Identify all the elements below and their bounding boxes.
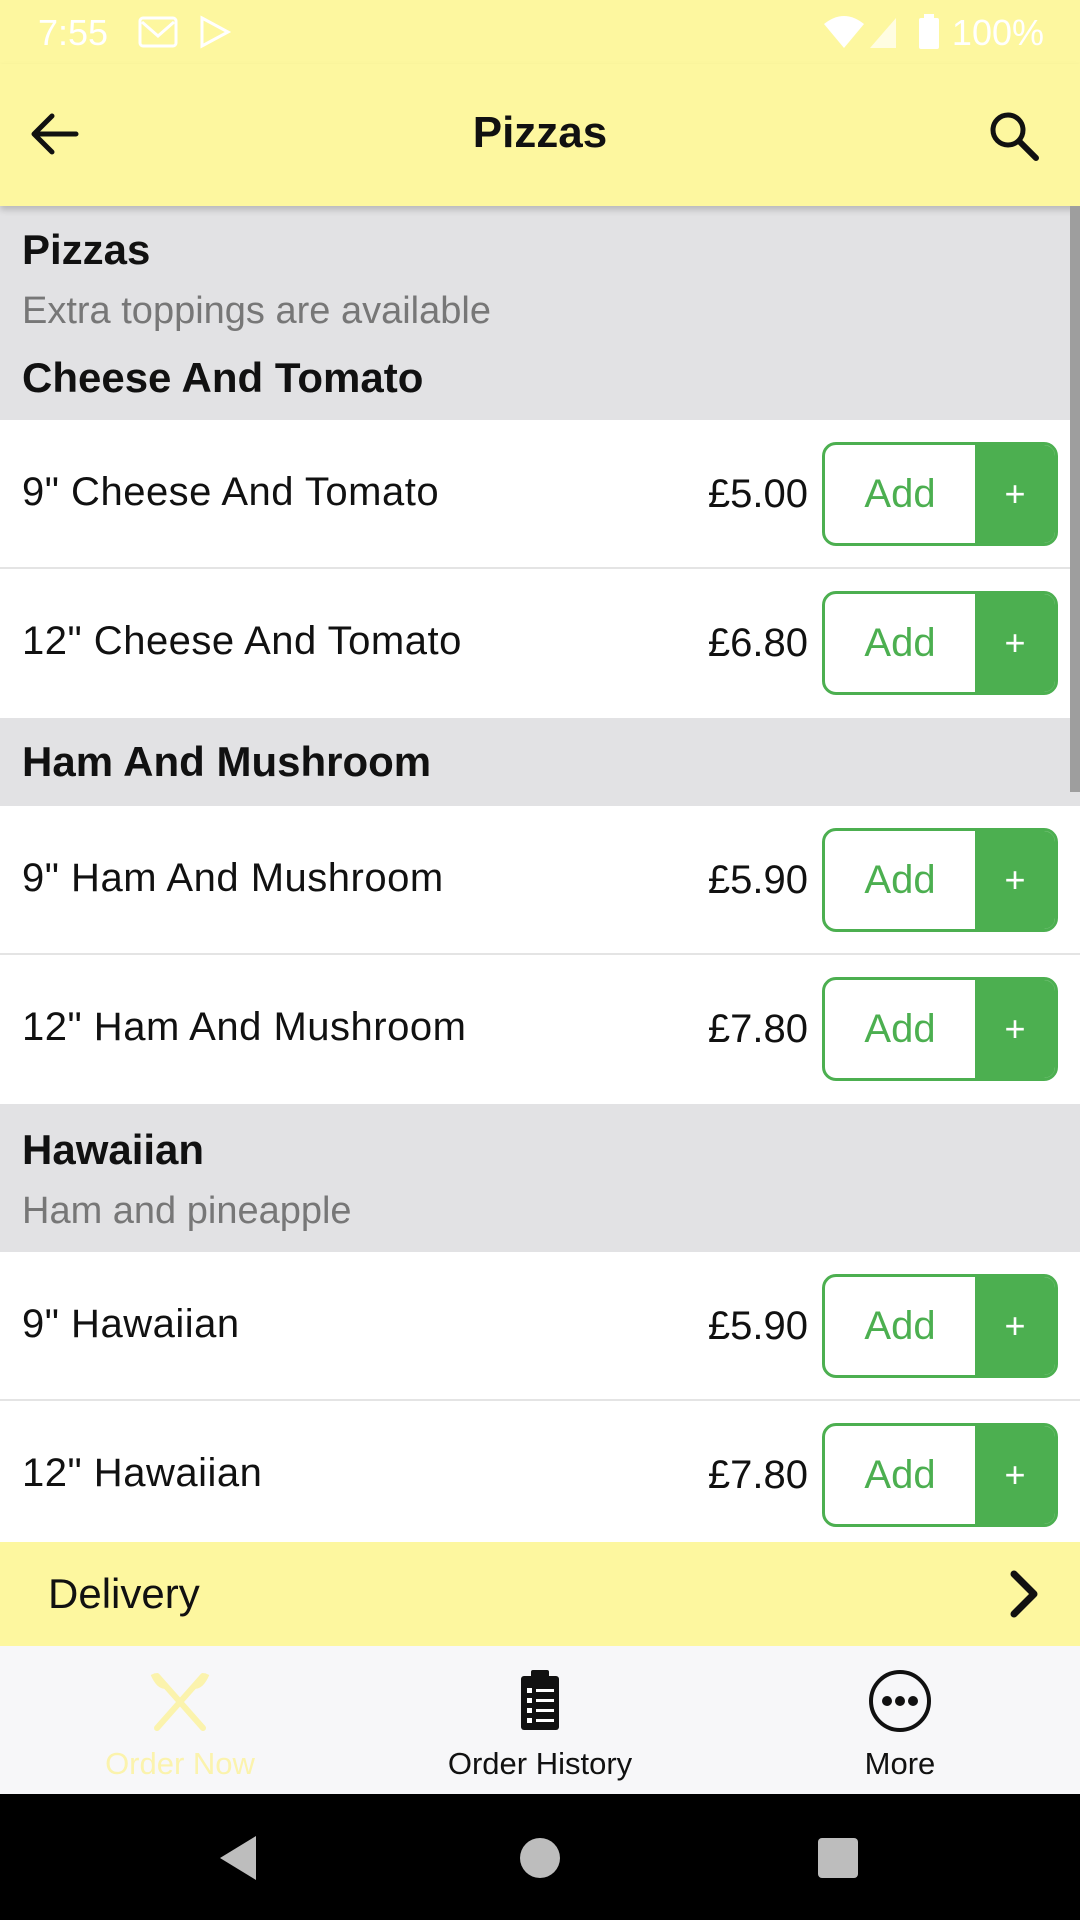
home-circle-icon[interactable] (512, 1830, 568, 1886)
menu-item: 9" Hawaiian £5.90 Add + (0, 1252, 1080, 1401)
battery-icon (919, 14, 939, 49)
wifi-icon (824, 16, 864, 48)
group-title: Cheese And Tomato (22, 354, 424, 401)
item-name: 9" Cheese And Tomato (22, 470, 440, 514)
plus-icon: + (975, 1426, 1055, 1524)
chevron-right-icon (1010, 1570, 1038, 1618)
add-button[interactable]: Add + (822, 1423, 1058, 1527)
category-header: Pizzas Extra toppings are available Chee… (0, 206, 1080, 420)
menu-item: 12" Cheese And Tomato £6.80 Add + (0, 569, 1080, 718)
bottom-nav: Order Now Order History More (0, 1646, 1080, 1794)
group-title: Hawaiian (22, 1126, 205, 1173)
clipboard-list-icon (521, 1670, 559, 1730)
fork-knife-icon (150, 1672, 210, 1731)
category-subtitle: Extra toppings are available (22, 290, 491, 332)
gmail-icon (138, 16, 178, 48)
status-time: 7:55 (38, 12, 109, 53)
scrollbar[interactable] (1070, 206, 1080, 792)
more-circle-icon (869, 1670, 931, 1732)
delivery-label: Delivery (48, 1570, 200, 1617)
item-price: £7.80 (707, 1453, 808, 1497)
add-button[interactable]: Add + (822, 977, 1058, 1081)
back-triangle-icon[interactable] (210, 1830, 266, 1886)
play-store-icon (200, 15, 232, 49)
nav-more[interactable]: More (720, 1646, 1080, 1794)
plus-icon: + (975, 445, 1055, 543)
app-bar: Pizzas (0, 64, 1080, 206)
page-title: Pizzas (472, 108, 608, 157)
group-subtitle: Ham and pineapple (22, 1190, 352, 1232)
add-button-label: Add (864, 471, 936, 516)
status-bar: 7:55 100% (0, 0, 1080, 64)
plus-icon: + (975, 594, 1055, 692)
group-header: Hawaiian Ham and pineapple (0, 1104, 1080, 1252)
item-price: £5.90 (707, 1304, 808, 1348)
menu-item: 9" Ham And Mushroom £5.90 Add + (0, 806, 1080, 955)
group-title: Ham And Mushroom (22, 738, 432, 785)
item-price: £5.00 (707, 472, 808, 516)
add-button[interactable]: Add + (822, 442, 1058, 546)
add-button-label: Add (864, 1006, 936, 1051)
recents-square-icon[interactable] (810, 1830, 866, 1886)
item-price: £5.90 (707, 858, 808, 902)
plus-icon: + (975, 980, 1055, 1078)
signal-icon (870, 18, 896, 48)
battery-percent: 100% (951, 12, 1044, 53)
menu-item: 12" Ham And Mushroom £7.80 Add + (0, 955, 1080, 1104)
item-name: 9" Hawaiian (22, 1302, 240, 1346)
nav-label: Order History (447, 1746, 633, 1781)
add-button-label: Add (864, 1303, 936, 1348)
add-button-label: Add (864, 1452, 936, 1497)
category-title: Pizzas (22, 226, 151, 273)
nav-order-now[interactable]: Order Now (0, 1646, 360, 1794)
plus-icon: + (975, 1277, 1055, 1375)
item-name: 12" Ham And Mushroom (22, 1005, 467, 1049)
nav-label: More (864, 1746, 936, 1781)
item-name: 12" Hawaiian (22, 1451, 263, 1495)
add-button-label: Add (864, 620, 936, 665)
add-button[interactable]: Add + (822, 591, 1058, 695)
item-name: 9" Ham And Mushroom (22, 856, 444, 900)
item-name: 12" Cheese And Tomato (22, 619, 462, 663)
delivery-bar[interactable]: Delivery (0, 1542, 1080, 1646)
add-button[interactable]: Add + (822, 1274, 1058, 1378)
search-icon[interactable] (984, 106, 1044, 166)
add-button[interactable]: Add + (822, 828, 1058, 932)
group-header: Ham And Mushroom (0, 718, 1080, 806)
menu-item: 9" Cheese And Tomato £5.00 Add + (0, 420, 1080, 569)
add-button-label: Add (864, 857, 936, 902)
menu-item: 12" Hawaiian £7.80 Add + (0, 1401, 1080, 1542)
plus-icon: + (975, 831, 1055, 929)
item-price: £6.80 (707, 621, 808, 665)
nav-label: Order Now (105, 1746, 255, 1781)
nav-order-history[interactable]: Order History (360, 1646, 720, 1794)
menu-list[interactable]: Pizzas Extra toppings are available Chee… (0, 206, 1080, 1542)
system-nav-bar (0, 1794, 1080, 1920)
item-price: £7.80 (707, 1007, 808, 1051)
